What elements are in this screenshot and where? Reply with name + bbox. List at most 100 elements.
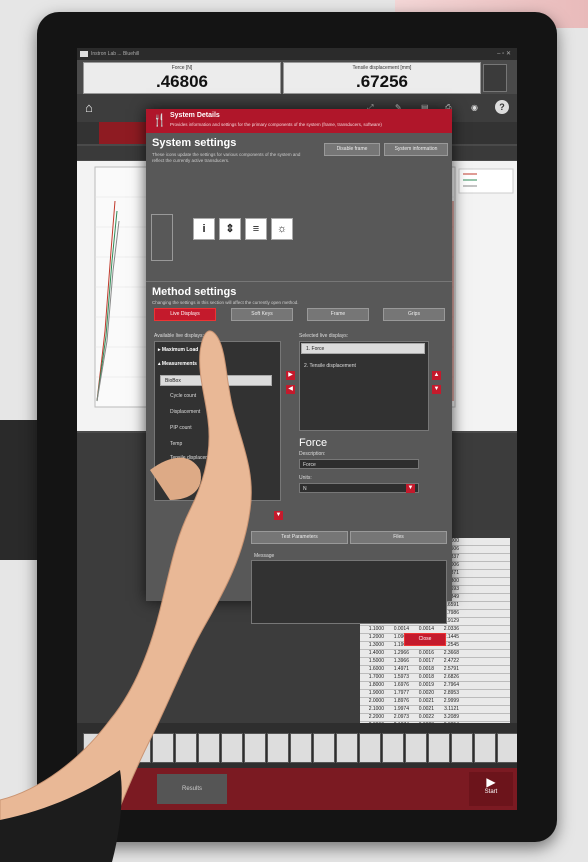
- files-tab[interactable]: Files: [350, 531, 447, 544]
- specimen-cell[interactable]: [267, 733, 289, 763]
- table-cell: 0.0018: [418, 674, 434, 680]
- specimen-cell[interactable]: [175, 733, 197, 763]
- specimen-cell[interactable]: [290, 733, 312, 763]
- table-cell: 3.1121: [444, 706, 459, 712]
- logo-icon: [80, 51, 88, 57]
- method-dropdown-icon[interactable]: ▼: [274, 511, 283, 520]
- description-label: Description:: [299, 451, 326, 457]
- start-button[interactable]: ▶ Start: [469, 772, 513, 806]
- table-row: 2.1000 1.9974 0.0021 3.1121: [360, 706, 510, 714]
- disable-frame-button[interactable]: Disable frame: [324, 143, 380, 156]
- selected-item-tensile-displacement[interactable]: 2. Tensile displacement: [304, 363, 356, 369]
- window-titlebar: Instron Lab ... Bluehill – ▫ ✕: [77, 48, 517, 60]
- system-settings-description: These icons update the settings for vari…: [152, 152, 301, 163]
- specimen-cell[interactable]: [382, 733, 404, 763]
- system-information-button[interactable]: System information: [384, 143, 448, 156]
- selected-item-force[interactable]: 1. Force: [301, 343, 425, 354]
- specimen-cell[interactable]: [359, 733, 381, 763]
- list-item-biobox[interactable]: BioBox: [160, 375, 272, 386]
- force-readout[interactable]: Force [N] .46806: [83, 62, 281, 94]
- table-cell: 1.4971: [393, 666, 409, 672]
- table-cell: 2.7964: [443, 682, 459, 688]
- specimen-cell[interactable]: [497, 733, 517, 763]
- close-button[interactable]: Close: [404, 633, 446, 646]
- table-cell: 2.5791: [443, 666, 459, 672]
- remove-display-arrow[interactable]: ◀: [286, 385, 295, 394]
- specimen-cell[interactable]: [428, 733, 450, 763]
- table-cell: 1.3000: [368, 642, 384, 648]
- table-cell: 0.0018: [418, 666, 434, 672]
- table-cell: 1.2966: [393, 650, 409, 656]
- app-screen: Instron Lab ... Bluehill – ▫ ✕ Force [N]…: [77, 48, 517, 810]
- dialog-header: 🍴 System Details Provides information an…: [146, 109, 452, 133]
- table-cell: 1.9974: [393, 706, 409, 712]
- dialog-subtitle: Provides information and settings for th…: [170, 122, 382, 127]
- specimen-cell[interactable]: [474, 733, 496, 763]
- table-cell: 2.1000: [368, 706, 384, 712]
- table-row: 2.2000 2.0973 0.0022 3.2089: [360, 714, 510, 722]
- table-cell: 1.1000: [368, 626, 384, 632]
- list-item-displacement[interactable]: Displacement: [170, 409, 200, 415]
- dialog-title: System Details: [170, 112, 220, 119]
- start-label: Start: [484, 789, 498, 795]
- table-cell: 0.0014: [393, 626, 409, 632]
- available-displays-label: Available live displays:: [154, 333, 204, 339]
- specimen-cell[interactable]: [106, 733, 128, 763]
- list-item-temp[interactable]: Temp: [170, 441, 182, 447]
- displacement-readout-label: Tensile displacement [mm]: [352, 65, 412, 71]
- transducer-icon[interactable]: ⇕: [219, 218, 241, 240]
- method-settings-heading: Method settings: [152, 286, 237, 298]
- settings-document-icon[interactable]: ≡: [245, 218, 267, 240]
- displacement-readout[interactable]: Tensile displacement [mm] .67256: [283, 62, 481, 94]
- help-icon[interactable]: ?: [495, 100, 509, 114]
- user-icon[interactable]: ◉: [471, 103, 478, 112]
- specimen-cell[interactable]: [83, 733, 105, 763]
- detail-heading: Force: [299, 437, 328, 449]
- tab-grips[interactable]: Grips: [383, 308, 445, 321]
- selected-displays-label: Selected live displays:: [299, 333, 349, 339]
- specimen-cell[interactable]: [451, 733, 473, 763]
- results-button[interactable]: Results: [157, 774, 227, 804]
- list-item-cycle-count[interactable]: Cycle count: [170, 393, 196, 399]
- specimen-cell[interactable]: [405, 733, 427, 763]
- table-cell: 0.0016: [418, 650, 434, 656]
- specimen-cell[interactable]: [221, 733, 243, 763]
- list-item-measurements[interactable]: ▴ Measurements: [158, 361, 197, 367]
- tab-live-displays[interactable]: Live Displays: [154, 308, 216, 321]
- specimen-cell[interactable]: [313, 733, 335, 763]
- panel-toggle-button[interactable]: [483, 64, 507, 92]
- list-item-maximum-load[interactable]: ▸ Maximum Load: [158, 347, 198, 353]
- table-cell: 1.5973: [393, 674, 409, 680]
- test-parameters-tab[interactable]: Test Parameters: [251, 531, 348, 544]
- tab-soft-keys[interactable]: Soft Keys: [231, 308, 293, 321]
- table-row: 2.0000 1.8976 0.0021 2.9999: [360, 698, 510, 706]
- specimen-cell[interactable]: [244, 733, 266, 763]
- units-select[interactable]: N: [299, 483, 419, 493]
- table-row: 1.6000 1.4971 0.0018 2.5791: [360, 666, 510, 674]
- units-dropdown-icon[interactable]: ▼: [406, 484, 415, 493]
- specimen-cell[interactable]: [198, 733, 220, 763]
- table-cell: 2.9999: [443, 698, 459, 704]
- specimen-cell[interactable]: [152, 733, 174, 763]
- description-field[interactable]: Force: [299, 459, 419, 469]
- window-controls[interactable]: – ▫ ✕: [497, 48, 511, 60]
- table-cell: 1.6976: [393, 682, 409, 688]
- table-cell: 0.0022: [418, 714, 434, 720]
- force-readout-value: .46806: [156, 72, 208, 91]
- specimen-cell[interactable]: [129, 733, 151, 763]
- info-icon[interactable]: i: [193, 218, 215, 240]
- move-down-arrow[interactable]: ▼: [432, 385, 441, 394]
- specimen-cell[interactable]: [336, 733, 358, 763]
- tab-frame[interactable]: Frame: [307, 308, 369, 321]
- table-cell: 1.9000: [368, 690, 384, 696]
- home-icon[interactable]: ⌂: [85, 100, 93, 115]
- add-display-arrow[interactable]: ▶: [286, 371, 295, 380]
- message-box: [251, 560, 447, 624]
- play-icon: ▶: [486, 775, 496, 789]
- table-cell: 2.0000: [368, 698, 384, 704]
- list-item-tensile-displacement[interactable]: Tensile displacement: [170, 455, 216, 461]
- software-icon[interactable]: ☼: [271, 218, 293, 240]
- move-up-arrow[interactable]: ▲: [432, 371, 441, 380]
- list-item-pip-count[interactable]: PIP count: [170, 425, 192, 431]
- table-cell: 3.2089: [443, 714, 459, 720]
